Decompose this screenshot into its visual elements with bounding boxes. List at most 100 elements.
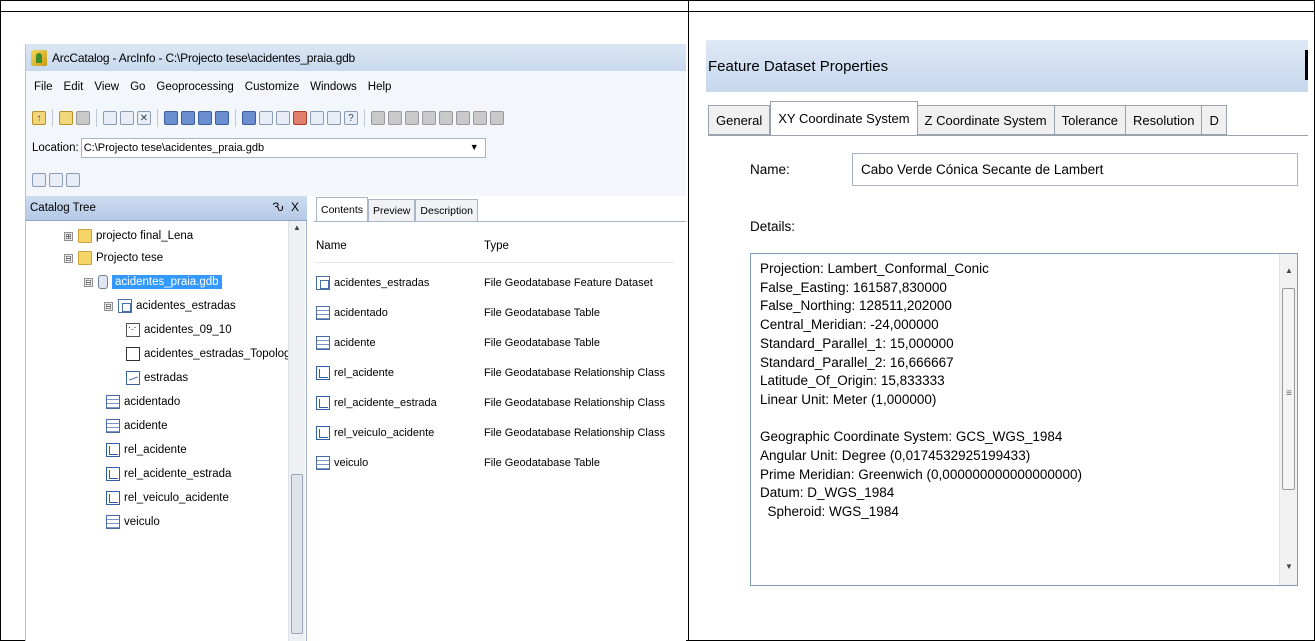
tree-node[interactable]: rel_veiculo_acidente — [106, 487, 229, 509]
arccatalog-menubar: File Edit View Go Geoprocessing Customiz… — [26, 71, 686, 103]
disconnect-folder-icon[interactable] — [76, 111, 90, 125]
tree-node[interactable]: acidentes_09_10 — [126, 319, 232, 341]
tree-node[interactable]: acidentes_estradas_Topology — [126, 343, 296, 365]
thumbnails-view-icon[interactable] — [215, 111, 229, 125]
menu-view[interactable]: View — [94, 81, 119, 93]
launch-arcmap-icon[interactable] — [242, 111, 256, 125]
table-row[interactable]: acidentes_estradas File Geodatabase Feat… — [316, 272, 653, 294]
create-thumbnail-icon[interactable] — [490, 111, 504, 125]
whats-this-icon[interactable]: ? — [344, 111, 358, 125]
tree-node[interactable]: rel_acidente_estrada — [106, 463, 231, 485]
scrollbar-thumb[interactable] — [291, 474, 303, 634]
collapse-icon[interactable]: ⊟ — [64, 253, 73, 263]
scroll-up-icon[interactable]: ▲ — [293, 223, 301, 232]
geodatabase-icon — [98, 275, 108, 289]
export-metadata-icon[interactable] — [66, 172, 80, 187]
collapse-icon[interactable]: ⊟ — [84, 277, 93, 287]
table-icon — [106, 395, 120, 409]
topology-icon — [126, 347, 140, 361]
tab-general[interactable]: General — [708, 105, 771, 135]
menu-help[interactable]: Help — [368, 81, 392, 93]
tab-truncated[interactable]: D — [1202, 105, 1227, 135]
list-view-icon[interactable] — [181, 111, 195, 125]
tree-node[interactable]: rel_acidente — [106, 439, 187, 461]
expand-icon[interactable]: ⊞ — [64, 231, 73, 241]
delete-icon[interactable]: ✕ — [137, 111, 151, 125]
table-row[interactable]: acidente File Geodatabase Table — [316, 332, 600, 354]
tree-node[interactable]: veiculo — [106, 511, 160, 533]
tab-tolerance[interactable]: Tolerance — [1054, 105, 1127, 135]
menu-customize[interactable]: Customize — [245, 81, 299, 93]
tab-description[interactable]: Description — [415, 199, 478, 221]
import-metadata-icon[interactable] — [49, 172, 63, 187]
identify-icon[interactable] — [473, 111, 487, 125]
tree-node[interactable]: acidentado — [106, 391, 180, 413]
column-header-name[interactable]: Name — [316, 240, 347, 252]
catalog-tree-window-icon[interactable] — [259, 111, 273, 125]
collapse-icon[interactable]: ⊟ — [104, 301, 113, 311]
tree-node[interactable]: ⊟ acidentes_estradas — [104, 295, 236, 317]
tree-node[interactable]: ⊟ Projecto tese — [64, 247, 163, 269]
row-type: File Geodatabase Table — [484, 307, 600, 319]
tree-node[interactable]: estradas — [126, 367, 188, 389]
connect-folder-icon[interactable] — [59, 111, 73, 125]
column-header-type[interactable]: Type — [484, 240, 509, 252]
scroll-down-icon[interactable]: ▼ — [1285, 558, 1293, 577]
paste-icon[interactable] — [120, 111, 134, 125]
menu-file[interactable]: File — [34, 81, 53, 93]
tree-node-selected[interactable]: ⊟ acidentes_praia.gdb — [84, 271, 222, 293]
zoom-out-icon[interactable] — [388, 111, 402, 125]
table-row[interactable]: rel_acidente File Geodatabase Relationsh… — [316, 362, 665, 384]
tree-node-label: rel_veiculo_acidente — [124, 492, 229, 504]
zoom-in-icon[interactable] — [371, 111, 385, 125]
search-window-icon[interactable] — [276, 111, 290, 125]
full-extent-icon[interactable] — [422, 111, 436, 125]
dialog-titlebar: Feature Dataset Properties — [706, 40, 1308, 92]
forward-icon[interactable] — [456, 111, 470, 125]
table-row[interactable]: veiculo File Geodatabase Table — [316, 452, 600, 474]
row-type: File Geodatabase Relationship Class — [484, 427, 665, 439]
copy-icon[interactable] — [103, 111, 117, 125]
tab-z-coordinate-system[interactable]: Z Coordinate System — [917, 105, 1055, 135]
table-row[interactable]: rel_acidente_estrada File Geodatabase Re… — [316, 392, 665, 414]
menu-windows[interactable]: Windows — [310, 81, 357, 93]
table-icon — [106, 419, 120, 433]
tab-preview[interactable]: Preview — [368, 199, 416, 221]
details-line: Angular Unit: Degree (0,0174532925199433… — [760, 448, 1031, 464]
menu-go[interactable]: Go — [130, 81, 145, 93]
row-name: acidentado — [334, 307, 388, 319]
location-input[interactable]: C:\Projecto tese\acidentes_praia.gdb ▼ — [80, 138, 486, 158]
edit-metadata-icon[interactable] — [32, 172, 46, 187]
python-window-icon[interactable] — [310, 111, 324, 125]
modelbuilder-icon[interactable] — [327, 111, 341, 125]
details-textbox[interactable]: Projection: Lambert_Conformal_Conic Fals… — [750, 253, 1298, 586]
arctoolbox-icon[interactable] — [293, 111, 307, 125]
details-line: Standard_Parallel_1: 15,000000 — [760, 335, 954, 351]
chevron-down-icon[interactable]: ▼ — [470, 142, 479, 152]
details-scrollbar[interactable]: ▲ ≡ ▼ — [1279, 254, 1297, 585]
tree-scrollbar[interactable]: ▲ — [288, 221, 305, 641]
name-field[interactable]: Cabo Verde Cónica Secante de Lambert — [852, 153, 1298, 186]
scroll-up-icon[interactable]: ▲ — [1285, 262, 1293, 281]
feature-dataset-properties-dialog: Feature Dataset Properties General XY Co… — [706, 40, 1308, 588]
tree-node[interactable]: ⊞ projecto final_Lena — [64, 225, 193, 247]
details-view-icon[interactable] — [198, 111, 212, 125]
tree-node[interactable]: acidente — [106, 415, 167, 437]
pin-close-icon[interactable]: Ԅ X — [272, 200, 301, 214]
pan-icon[interactable] — [405, 111, 419, 125]
up-one-level-icon[interactable]: ↑ — [32, 111, 46, 125]
table-row[interactable]: rel_veiculo_acidente File Geodatabase Re… — [316, 422, 665, 444]
tab-xy-coordinate-system[interactable]: XY Coordinate System — [770, 101, 918, 135]
tab-resolution[interactable]: Resolution — [1126, 105, 1203, 135]
tree-node-label: acidentado — [124, 396, 181, 408]
table-row[interactable]: acidentado File Geodatabase Table — [316, 302, 600, 324]
menu-edit[interactable]: Edit — [64, 81, 84, 93]
back-icon[interactable] — [439, 111, 453, 125]
table-icon — [316, 456, 330, 470]
tree-node-label: acidentes_praia.gdb — [112, 275, 222, 289]
scrollbar-thumb[interactable]: ≡ — [1282, 288, 1295, 490]
tab-contents[interactable]: Contents — [316, 197, 369, 221]
menu-geoprocessing[interactable]: Geoprocessing — [156, 81, 233, 93]
details-line: Linear Unit: Meter (1,000000) — [760, 391, 937, 407]
large-icons-icon[interactable] — [164, 111, 178, 125]
